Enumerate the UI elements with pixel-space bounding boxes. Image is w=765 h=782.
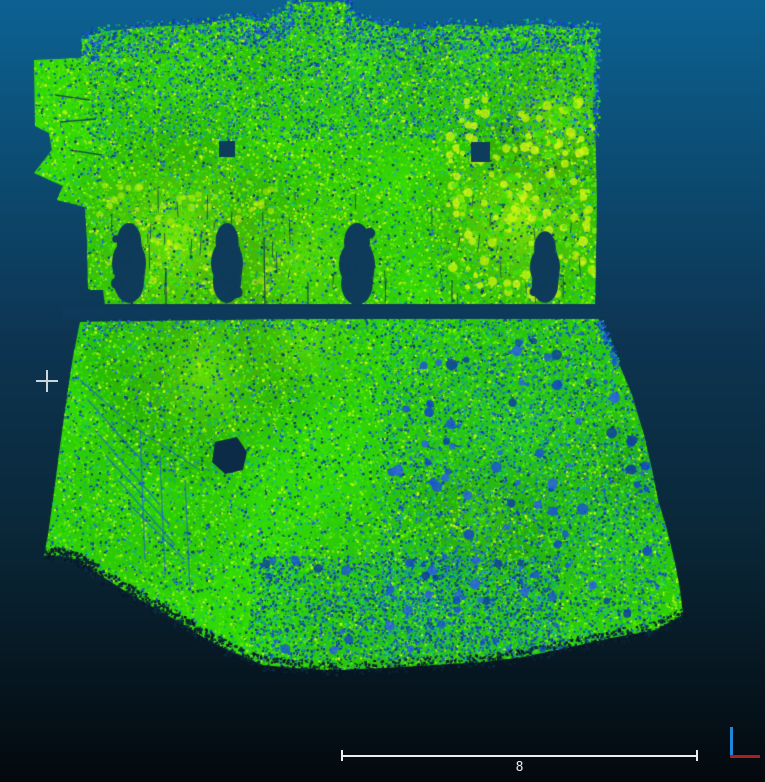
scale-bar-line <box>341 755 698 757</box>
x-axis-icon <box>730 755 760 758</box>
scale-bar-label: 8 <box>516 761 524 775</box>
point-cloud-viewport[interactable] <box>0 0 765 782</box>
scale-bar: 8 <box>341 749 698 779</box>
axis-orientation-gizmo <box>730 727 760 758</box>
z-axis-icon <box>730 727 733 758</box>
point-cloud-viewer: 8 <box>0 0 765 782</box>
scale-bar-right-tick <box>696 750 698 761</box>
